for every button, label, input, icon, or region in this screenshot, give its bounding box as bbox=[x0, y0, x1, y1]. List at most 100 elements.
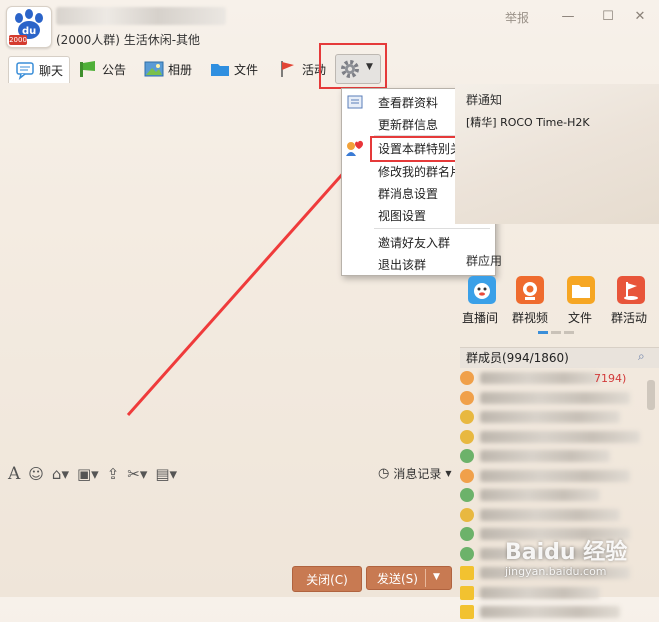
close-button[interactable]: 关闭(C) bbox=[292, 566, 362, 592]
admin-star-icon bbox=[460, 585, 474, 600]
tab-album-label: 相册 bbox=[168, 62, 193, 77]
member-name-blurred bbox=[480, 372, 600, 384]
baidu-watermark: Baidu 经验 bbox=[505, 540, 628, 565]
more-tools-icon[interactable]: ▤▾ bbox=[155, 465, 177, 483]
group-files-icon[interactable] bbox=[567, 276, 595, 304]
photo-album-icon bbox=[144, 61, 164, 77]
send-options-chevron-icon[interactable]: ▼ bbox=[433, 572, 440, 582]
close-button-label: 关闭(C) bbox=[306, 572, 348, 587]
chat-icon bbox=[16, 62, 34, 80]
member-row[interactable] bbox=[458, 584, 656, 603]
member-avatar-icon bbox=[460, 468, 474, 483]
notice-title: 群通知 bbox=[466, 93, 503, 107]
live-room-icon[interactable] bbox=[468, 276, 496, 304]
app-label-live[interactable]: 直播间 bbox=[462, 309, 498, 326]
pager-dot[interactable] bbox=[551, 331, 561, 334]
input-toolbar: A ☺ ⌂▾ ▣▾ ⇪ ✂▾ ▤▾ bbox=[8, 463, 177, 485]
upload-icon[interactable]: ⇪ bbox=[107, 465, 120, 483]
member-name-blurred bbox=[480, 391, 630, 404]
close-icon[interactable]: ✕ bbox=[632, 9, 648, 25]
member-avatar-icon bbox=[460, 429, 474, 444]
group-avatar[interactable]: du 2000 bbox=[6, 6, 52, 48]
menu-item-view-settings[interactable]: 视图设置 bbox=[378, 207, 426, 224]
tab-chat[interactable]: 聊天 bbox=[8, 56, 71, 83]
tab-album[interactable]: 相册 bbox=[144, 57, 192, 81]
admin-star-icon bbox=[460, 566, 474, 580]
admin-star-icon bbox=[460, 605, 474, 619]
member-row[interactable] bbox=[458, 389, 656, 408]
send-divider bbox=[425, 569, 426, 587]
app-label-activity[interactable]: 群活动 bbox=[611, 309, 647, 326]
special-care-icon bbox=[346, 140, 363, 156]
logo-badge: 2000 bbox=[9, 35, 27, 45]
member-row[interactable] bbox=[458, 428, 656, 447]
maximize-icon[interactable]: ☐ bbox=[600, 9, 616, 25]
member-avatar-icon bbox=[460, 527, 474, 541]
member-row[interactable] bbox=[458, 408, 656, 427]
message-history-button[interactable]: ◷ 消息记录 ▼ bbox=[378, 465, 452, 482]
member-avatar-icon bbox=[460, 546, 474, 561]
member-count-fragment: 7194) bbox=[594, 372, 627, 385]
group-meta: (2000人群) 生活休闲-其他 bbox=[56, 33, 201, 47]
font-icon[interactable]: A bbox=[8, 464, 20, 484]
members-title: 群成员(994/1860) bbox=[466, 351, 569, 365]
menu-item-update-group-info[interactable]: 更新群信息 bbox=[378, 116, 438, 133]
member-name-blurred bbox=[480, 450, 610, 462]
member-avatar-icon bbox=[460, 507, 474, 522]
pager-dot[interactable] bbox=[564, 331, 574, 334]
member-row[interactable] bbox=[458, 369, 656, 388]
menu-item-message-settings[interactable]: 群消息设置 bbox=[378, 185, 438, 202]
group-name-blurred bbox=[56, 7, 226, 25]
member-avatar-icon bbox=[460, 371, 474, 385]
member-row[interactable] bbox=[458, 486, 656, 505]
chevron-down-icon: ▼ bbox=[366, 62, 373, 72]
baidu-watermark-url: jingyan.baidu.com bbox=[505, 565, 607, 578]
emoji-icon[interactable]: ☺ bbox=[28, 465, 44, 483]
pager-dot-active[interactable] bbox=[538, 331, 548, 334]
member-name-blurred bbox=[480, 430, 640, 443]
member-row[interactable] bbox=[458, 603, 656, 622]
member-avatar-icon bbox=[460, 390, 474, 405]
menu-item-edit-nickname[interactable]: 修改我的群名片 bbox=[378, 163, 462, 180]
notice-item[interactable]: [精华] ROCO Time-H2K bbox=[466, 114, 590, 130]
send-button[interactable]: 发送(S) ▼ bbox=[366, 566, 452, 590]
member-avatar-icon bbox=[460, 488, 474, 502]
minimize-icon[interactable]: — bbox=[560, 9, 576, 25]
member-name-blurred bbox=[480, 508, 620, 521]
image-icon[interactable]: ▣▾ bbox=[77, 465, 99, 483]
app-label-video[interactable]: 群视频 bbox=[512, 309, 548, 326]
scissors-icon[interactable]: ✂▾ bbox=[127, 465, 147, 483]
menu-divider bbox=[374, 228, 490, 229]
menu-item-leave-group[interactable]: 退出该群 bbox=[378, 256, 426, 273]
flag-icon bbox=[281, 61, 294, 77]
tab-files-label: 文件 bbox=[234, 62, 259, 77]
member-name-blurred bbox=[480, 469, 630, 482]
group-activity-icon[interactable] bbox=[617, 276, 645, 304]
message-input[interactable] bbox=[6, 486, 452, 564]
tab-files[interactable]: 文件 bbox=[210, 57, 258, 81]
tab-announcement[interactable]: 公告 bbox=[78, 57, 126, 81]
settings-dropdown-button[interactable]: ▼ bbox=[335, 54, 381, 84]
menu-item-invite-friends[interactable]: 邀请好友入群 bbox=[378, 234, 450, 251]
member-name-blurred bbox=[480, 606, 620, 618]
gift-icon[interactable]: ⌂▾ bbox=[52, 465, 69, 483]
member-row[interactable] bbox=[458, 506, 656, 525]
member-avatar-icon bbox=[460, 410, 474, 424]
menu-item-view-group-info[interactable]: 查看群资料 bbox=[378, 94, 438, 111]
tab-announcement-label: 公告 bbox=[102, 62, 127, 77]
member-row[interactable] bbox=[458, 467, 656, 486]
search-icon[interactable]: ⌕ bbox=[638, 349, 645, 364]
member-scrollbar[interactable] bbox=[647, 380, 655, 410]
app-label-files[interactable]: 文件 bbox=[568, 309, 592, 326]
group-video-icon[interactable] bbox=[516, 276, 544, 304]
clock-icon: ◷ bbox=[378, 466, 390, 481]
member-avatar-icon bbox=[460, 449, 474, 463]
tab-chat-label: 聊天 bbox=[39, 63, 64, 78]
send-button-label: 发送(S) bbox=[377, 571, 418, 586]
member-name-blurred bbox=[480, 489, 600, 501]
member-row[interactable] bbox=[458, 447, 656, 466]
info-card-icon bbox=[347, 95, 363, 109]
report-link[interactable]: 举报 bbox=[505, 9, 529, 26]
chevron-down-icon: ▼ bbox=[445, 469, 452, 478]
apps-title: 群应用 bbox=[466, 254, 503, 268]
